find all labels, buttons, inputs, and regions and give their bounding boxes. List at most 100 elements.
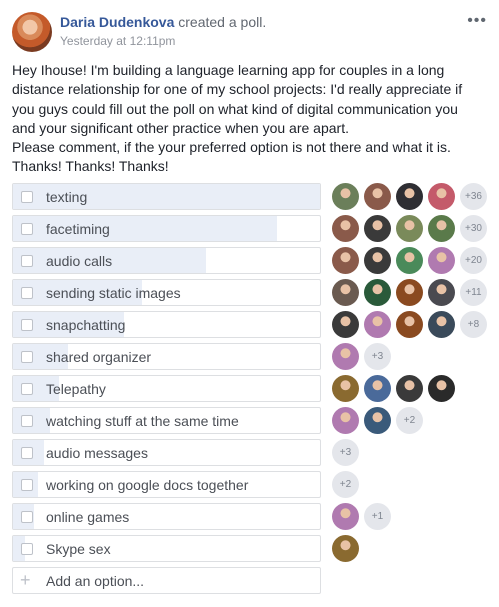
voter-avatar[interactable] — [364, 375, 391, 402]
poll-option-button[interactable]: audio calls — [12, 247, 321, 274]
option-label: audio calls — [46, 253, 113, 269]
more-options-icon[interactable]: ••• — [467, 12, 487, 30]
more-voters-count[interactable]: +20 — [460, 247, 487, 274]
more-voters-count[interactable]: +30 — [460, 215, 487, 242]
voter-avatar[interactable] — [364, 247, 391, 274]
more-voters-count[interactable]: +2 — [396, 407, 423, 434]
voter-avatar[interactable] — [332, 247, 359, 274]
author-name[interactable]: Daria Dudenkova — [60, 14, 174, 30]
poll-option-button[interactable]: working on google docs together — [12, 471, 321, 498]
poll-option-button[interactable]: audio messages — [12, 439, 321, 466]
option-checkbox[interactable] — [21, 351, 33, 363]
voter-avatars: +11 — [332, 279, 487, 306]
voter-avatar[interactable] — [396, 215, 423, 242]
poll-option-button[interactable]: online games — [12, 503, 321, 530]
voter-avatars: +8 — [332, 311, 487, 338]
more-voters-count[interactable]: +3 — [364, 343, 391, 370]
voter-avatar[interactable] — [364, 407, 391, 434]
voter-avatar[interactable] — [396, 183, 423, 210]
poll-option-button[interactable]: sending static images — [12, 279, 321, 306]
add-option-input[interactable] — [46, 572, 316, 590]
author-avatar[interactable] — [12, 12, 52, 52]
voter-avatar[interactable] — [428, 247, 455, 274]
voter-avatar[interactable] — [364, 183, 391, 210]
option-checkbox[interactable] — [21, 415, 33, 427]
option-label: snapchatting — [46, 317, 126, 333]
option-checkbox[interactable] — [21, 511, 33, 523]
voter-avatar[interactable] — [428, 375, 455, 402]
voter-avatars — [332, 375, 460, 402]
more-voters-count[interactable]: +3 — [332, 439, 359, 466]
poll-option: watching stuff at the same time +2 — [12, 407, 492, 434]
poll-option-button[interactable]: shared organizer — [12, 343, 321, 370]
poll-option: shared organizer +3 — [12, 343, 492, 370]
voter-avatar[interactable] — [332, 215, 359, 242]
poll-option: snapchatting +8 — [12, 311, 492, 338]
poll-option-button[interactable]: snapchatting — [12, 311, 321, 338]
option-label: working on google docs together — [46, 477, 249, 493]
option-label: texting — [46, 189, 88, 205]
voter-avatar[interactable] — [332, 183, 359, 210]
more-voters-count[interactable]: +2 — [332, 471, 359, 498]
voter-avatar[interactable] — [332, 279, 359, 306]
option-label: sending static images — [46, 285, 181, 301]
voter-avatar[interactable] — [332, 503, 359, 530]
voter-avatar[interactable] — [364, 215, 391, 242]
poll-option: Skype sex — [12, 535, 492, 562]
poll-option: audio messages +3 — [12, 439, 492, 466]
poll-option-button[interactable]: watching stuff at the same time — [12, 407, 321, 434]
post-text-line: Thanks! Thanks! Thanks! — [12, 158, 169, 175]
poll-option: facetiming +30 — [12, 215, 492, 242]
voter-avatars: +36 — [332, 183, 487, 210]
option-checkbox[interactable] — [21, 287, 33, 299]
voter-avatar[interactable] — [396, 247, 423, 274]
option-checkbox[interactable] — [21, 447, 33, 459]
voter-avatar[interactable] — [332, 343, 359, 370]
voter-avatar[interactable] — [364, 311, 391, 338]
add-option-row[interactable]: + — [12, 567, 321, 594]
voter-avatar[interactable] — [364, 279, 391, 306]
voter-avatar[interactable] — [396, 375, 423, 402]
voter-avatar[interactable] — [332, 375, 359, 402]
voter-avatar[interactable] — [332, 407, 359, 434]
voter-avatar[interactable] — [428, 215, 455, 242]
post-header: Daria Dudenkova created a poll. Yesterda… — [12, 10, 487, 52]
option-label: audio messages — [46, 445, 148, 461]
more-voters-count[interactable]: +1 — [364, 503, 391, 530]
voter-avatar[interactable] — [396, 279, 423, 306]
voter-avatars: +2 — [332, 407, 423, 434]
more-voters-count[interactable]: +11 — [460, 279, 487, 306]
voter-avatar[interactable] — [396, 311, 423, 338]
option-label: shared organizer — [46, 349, 152, 365]
more-voters-count[interactable]: +8 — [460, 311, 487, 338]
voter-avatars: +20 — [332, 247, 487, 274]
option-checkbox[interactable] — [21, 223, 33, 235]
voter-avatar[interactable] — [428, 311, 455, 338]
option-label: Skype sex — [46, 541, 111, 557]
option-checkbox[interactable] — [21, 479, 33, 491]
option-label: online games — [46, 509, 130, 525]
post-timestamp[interactable]: Yesterday at 12:11pm — [60, 34, 175, 48]
option-checkbox[interactable] — [21, 383, 33, 395]
poll-option: online games +1 — [12, 503, 492, 530]
voter-avatar[interactable] — [428, 183, 455, 210]
plus-icon: + — [20, 570, 31, 590]
more-voters-count[interactable]: +36 — [460, 183, 487, 210]
voter-avatar[interactable] — [428, 279, 455, 306]
voter-avatars: +30 — [332, 215, 487, 242]
option-checkbox[interactable] — [21, 255, 33, 267]
voter-avatar[interactable] — [332, 311, 359, 338]
poll-option-button[interactable]: Telepathy — [12, 375, 321, 402]
option-checkbox[interactable] — [21, 543, 33, 555]
post-text-line: Please comment, if the your preferred op… — [12, 139, 451, 156]
voter-avatar[interactable] — [332, 535, 359, 562]
poll-option: audio calls +20 — [12, 247, 492, 274]
post-text-line: and your significant other practice when… — [12, 119, 349, 136]
option-checkbox[interactable] — [21, 319, 33, 331]
poll-option-button[interactable]: facetiming — [12, 215, 321, 242]
post-text-line: Hey Ihouse! I'm building a language lear… — [12, 62, 445, 78]
option-label: watching stuff at the same time — [46, 413, 239, 429]
poll-option-button[interactable]: texting — [12, 183, 321, 210]
poll-option-button[interactable]: Skype sex — [12, 535, 321, 562]
option-checkbox[interactable] — [21, 191, 33, 203]
